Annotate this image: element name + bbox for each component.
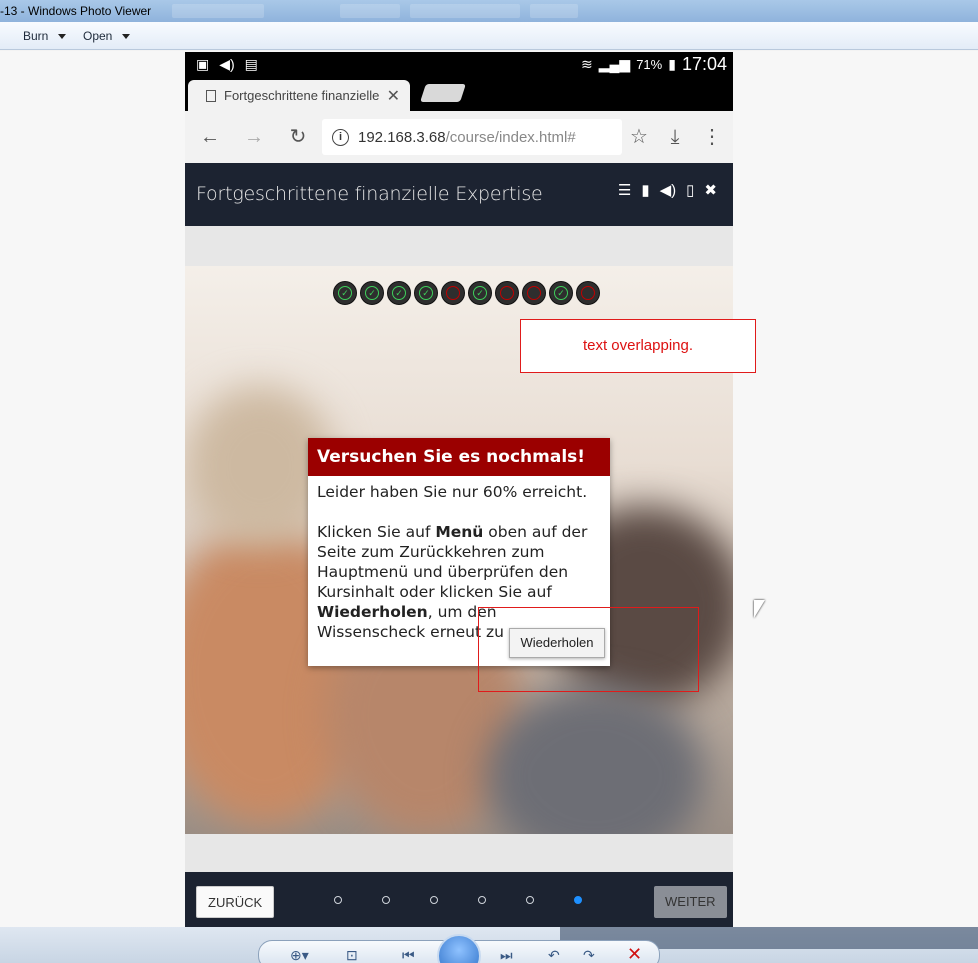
zoom-icon[interactable]: ⊕▾	[290, 947, 309, 963]
download-icon[interactable]: ⤓	[663, 125, 687, 149]
signal-icon: ▂▄▆	[598, 56, 631, 72]
instr-retry: Wiederholen	[317, 603, 428, 621]
back-button[interactable]: ZURÜCK	[196, 886, 275, 918]
browser-toolbar: ← → ↻ i 192.168.3.68 /course/index.html#…	[185, 111, 733, 163]
question-status-wrong	[441, 281, 465, 305]
question-status-wrong	[576, 281, 600, 305]
blurred-tab	[340, 4, 400, 18]
mouse-cursor	[754, 600, 765, 618]
page-dot[interactable]	[478, 896, 486, 904]
page-indicator	[334, 896, 582, 904]
page-dot[interactable]	[382, 896, 390, 904]
url-host: 192.168.3.68	[358, 128, 446, 146]
volume-icon[interactable]: ◀)	[660, 181, 677, 199]
url-path: /course/index.html#	[445, 128, 576, 146]
page-dot[interactable]	[526, 896, 534, 904]
question-status-correct: ✓	[549, 281, 573, 305]
dialog-result: Leider haben Sie nur 60% erreicht.	[317, 483, 588, 501]
reload-icon[interactable]: ↻	[286, 125, 310, 149]
course-footer: ZURÜCK WEITER	[185, 872, 733, 927]
menubar: Burn Open	[0, 22, 978, 50]
more-icon[interactable]: ⋮	[700, 125, 724, 149]
phone-screenshot: ▣ ◀) ▤ ≋ ▂▄▆ 71% ▮ 17:04 Fortgeschritten…	[185, 52, 733, 927]
cross-icon	[446, 286, 460, 300]
check-icon: ✓	[419, 286, 433, 300]
page-dot[interactable]	[430, 896, 438, 904]
clock: 17:04	[681, 54, 727, 74]
document-icon[interactable]: ▯	[686, 181, 694, 199]
rotate-left-icon[interactable]: ↶	[548, 947, 560, 963]
check-icon: ✓	[392, 286, 406, 300]
no-sim-icon: ▤	[244, 56, 258, 72]
instr-menu: Menü	[435, 523, 484, 541]
url-bar[interactable]: i 192.168.3.68 /course/index.html#	[322, 119, 622, 155]
page-icon	[206, 89, 216, 102]
blurred-tab	[410, 4, 520, 18]
check-icon: ✓	[473, 286, 487, 300]
cross-icon	[527, 286, 541, 300]
cross-icon	[581, 286, 595, 300]
close-tab-icon[interactable]: ✕	[387, 86, 400, 106]
window-title: -13 - Windows Photo Viewer	[0, 4, 152, 18]
battery-icon: ▮	[668, 56, 676, 72]
page-dot[interactable]	[574, 896, 582, 904]
tab-title: Fortgeschrittene finanzielle	[224, 88, 380, 103]
actual-size-icon[interactable]: ⊡	[346, 947, 358, 963]
chevron-down-icon	[58, 33, 67, 39]
content-padding-top	[185, 226, 733, 266]
delete-icon[interactable]: ✕	[627, 944, 642, 963]
star-icon[interactable]: ☆	[627, 125, 651, 149]
wifi-icon: ≋	[581, 56, 593, 72]
new-tab-button[interactable]	[420, 84, 466, 102]
window-titlebar: -13 - Windows Photo Viewer	[0, 0, 978, 22]
question-status-correct: ✓	[333, 281, 357, 305]
info-icon[interactable]: i	[332, 128, 349, 146]
progress-dots: ✓ ✓ ✓ ✓ ✓ ✓	[333, 281, 600, 305]
blurred-tab	[530, 4, 578, 18]
menu-open[interactable]: Open	[83, 29, 131, 43]
question-status-correct: ✓	[360, 281, 384, 305]
instr-text: Klicken Sie auf	[317, 523, 436, 541]
menu-burn-label: Burn	[23, 29, 49, 43]
annotation-note: text overlapping.	[520, 319, 756, 373]
cross-icon	[500, 286, 514, 300]
rotate-right-icon[interactable]: ↷	[583, 947, 595, 963]
question-status-correct: ✓	[468, 281, 492, 305]
dialog-heading: Versuchen Sie es nochmals!	[308, 438, 610, 476]
question-status-correct: ✓	[387, 281, 411, 305]
course-title: Fortgeschrittene finanzielle Expertise	[196, 183, 543, 205]
page-dot[interactable]	[334, 896, 342, 904]
question-status-wrong	[495, 281, 519, 305]
check-icon: ✓	[338, 286, 352, 300]
close-icon[interactable]: ✖	[704, 181, 717, 199]
back-icon[interactable]: ←	[198, 125, 222, 149]
browser-tabstrip: Fortgeschrittene finanzielle ✕	[185, 76, 733, 111]
menu-burn[interactable]: Burn	[23, 29, 67, 43]
chevron-down-icon	[122, 33, 131, 39]
question-status-wrong	[522, 281, 546, 305]
annotation-highlight-box	[478, 607, 699, 692]
bookmark-icon[interactable]: ▮	[641, 181, 649, 199]
check-icon: ✓	[554, 286, 568, 300]
next-button[interactable]: WEITER	[654, 886, 727, 918]
previous-icon[interactable]: ⏮	[402, 947, 415, 963]
blurred-tab	[172, 4, 264, 18]
check-icon: ✓	[365, 286, 379, 300]
gallery-icon: ▣	[196, 56, 210, 72]
battery-percent: 71%	[636, 57, 663, 72]
question-status-correct: ✓	[414, 281, 438, 305]
phone-statusbar: ▣ ◀) ▤ ≋ ▂▄▆ 71% ▮ 17:04	[185, 52, 733, 76]
menu-list-icon[interactable]: ☰	[618, 181, 631, 199]
forward-icon[interactable]: →	[242, 125, 266, 149]
volume-icon: ◀)	[219, 56, 235, 72]
browser-tab[interactable]: Fortgeschrittene finanzielle ✕	[188, 80, 410, 111]
menu-open-label: Open	[83, 29, 113, 43]
next-icon[interactable]: ⏭	[500, 947, 513, 963]
content-padding-bottom	[185, 834, 733, 872]
course-header: Fortgeschrittene finanzielle Expertise ☰…	[185, 163, 733, 226]
